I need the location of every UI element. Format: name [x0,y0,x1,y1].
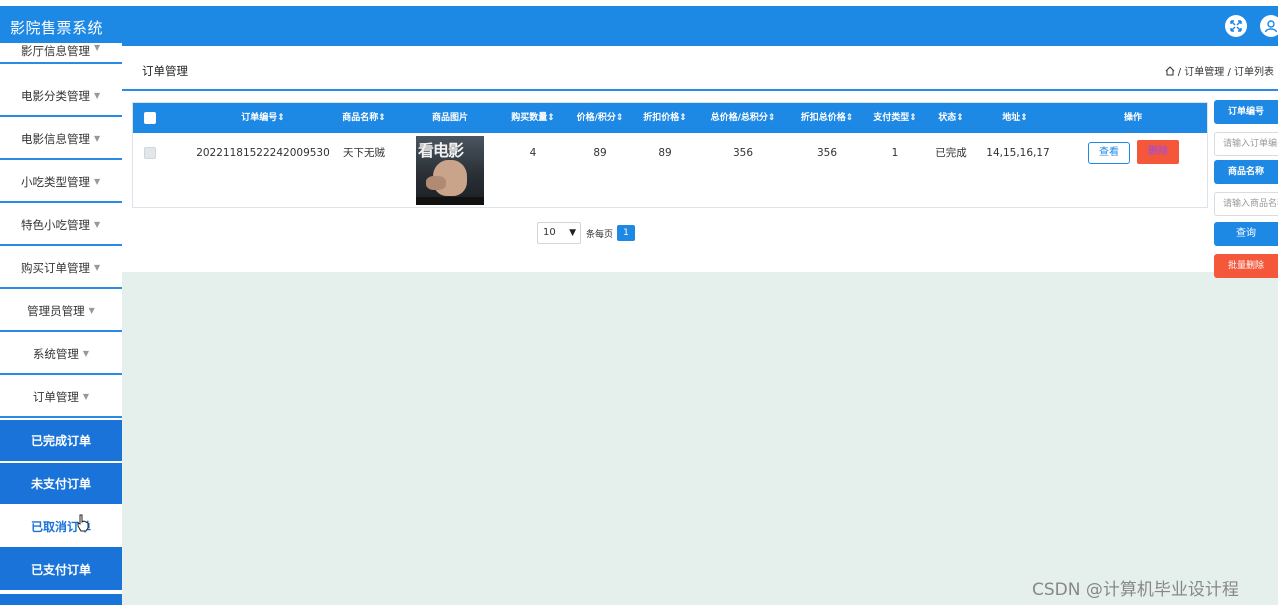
submenu-more[interactable] [0,594,122,605]
page-number-button[interactable]: 1 [617,225,635,241]
submenu-unpaid-orders[interactable]: 未支付订单 [0,463,122,506]
chevron-down-icon: ▼ [94,91,101,100]
column-status[interactable]: 状态⇕ [929,103,973,133]
sidebar-item-admin[interactable]: 管理员管理 ▼ [0,291,122,332]
batch-delete-button[interactable]: 批量删除 [1214,254,1278,278]
column-actions: 操作 [1123,113,1142,123]
page-title: 订单管理 [142,64,188,78]
content-header: 订单管理 / 订单管理 / 订单列表 [122,46,1278,91]
column-total-price[interactable]: 总价格/总积分⇕ [701,103,785,133]
column-product-image: 商品图片 [431,113,468,123]
column-quantity[interactable]: 购买数量⇕ [498,103,568,133]
discount-price-cell: 89 [658,147,672,159]
table-header: 订单编号⇕ 商品名称⇕ 商品图片 购买数量⇕ 价格/积分⇕ 折扣价格⇕ 总价格/… [133,103,1207,133]
chevron-down-icon: ▼ [94,134,101,143]
column-address[interactable]: 地址⇕ [985,103,1045,133]
total-price-cell: 356 [732,147,754,159]
sidebar-item-purchase-orders[interactable]: 购买订单管理 ▼ [0,248,122,289]
user-icon[interactable] [1260,15,1278,37]
app-title: 影院售票系统 [10,19,104,37]
sidebar-item-hall[interactable]: 影厅信息管理 ▼ [0,43,122,64]
sidebar-item-label: 特色小吃管理 [21,217,90,232]
home-icon[interactable] [1165,66,1178,78]
status-cell: 已完成 [935,147,967,159]
chevron-down-icon: ▼ [94,177,101,186]
submenu-cancelled-orders[interactable]: 已取消订单 [0,506,122,549]
per-page-label: 条每页 [586,230,614,240]
quantity-cell: 4 [529,147,537,159]
order-table: 订单编号⇕ 商品名称⇕ 商品图片 购买数量⇕ 价格/积分⇕ 折扣价格⇕ 总价格/… [132,102,1208,208]
discount-total-cell: 356 [816,147,838,159]
chevron-down-icon: ▼ [569,228,576,238]
sidebar-item-snack-type[interactable]: 小吃类型管理 ▼ [0,162,122,203]
main-background [122,272,1278,605]
chevron-down-icon: ▼ [94,220,101,229]
chevron-down-icon: ▼ [82,349,90,358]
sidebar: 影厅信息管理 ▼ 电影分类管理 ▼ 电影信息管理 ▼ 小吃类型管理 ▼ 特色小吃管理 ▼ … [0,43,122,605]
chevron-down-icon: ▼ [88,306,95,315]
top-header: 影院售票系统 [0,6,1278,46]
page-size-value: 10 [543,227,556,238]
submenu-paid-orders[interactable]: 已支付订单 [0,549,122,592]
column-price[interactable]: 价格/积分⇕ [570,103,630,133]
chevron-down-icon: ▼ [94,263,101,272]
order-no-cell: 20221181522242009530 [196,147,330,159]
column-discount-total[interactable]: 折扣总价格⇕ [793,103,861,133]
poster-strip [416,197,484,205]
poster-hand [426,176,446,190]
product-poster-image: 看电影 [416,136,484,205]
order-no-label: 订单编号 [1214,100,1278,124]
sidebar-item-movie-category[interactable]: 电影分类管理 ▼ [0,76,122,117]
sidebar-item-label: 订单管理 [32,389,79,404]
select-all-checkbox[interactable] [144,112,156,124]
query-button[interactable]: 查询 [1214,222,1278,246]
sidebar-item-label: 电影信息管理 [21,131,90,146]
column-pay-type[interactable]: 支付类型⇕ [865,103,925,133]
breadcrumb-path: / 订单管理 / 订单列表 [1177,67,1274,78]
sidebar-item-label: 系统管理 [32,346,79,361]
sidebar-item-movie-info[interactable]: 电影信息管理 ▼ [0,119,122,160]
row-checkbox[interactable] [144,147,156,159]
price-cell: 89 [593,147,607,159]
sidebar-item-system[interactable]: 系统管理 ▼ [0,334,122,375]
order-no-input[interactable]: 请输入订单编号 [1214,132,1278,156]
chevron-down-icon: ▼ [94,43,101,52]
sidebar-item-orders[interactable]: 订单管理 ▼ [0,377,122,418]
product-name-input[interactable]: 请输入商品名称 [1214,192,1278,216]
sidebar-item-label: 影厅信息管理 [21,44,90,58]
fullscreen-icon[interactable] [1225,15,1247,37]
pay-type-cell: 1 [891,147,899,159]
submenu-completed-orders[interactable]: 已完成订单 [0,420,122,463]
sidebar-item-label: 电影分类管理 [21,88,90,103]
poster-title: 看电影 [418,141,464,160]
address-cell: 14,15,16,17 [986,147,1050,159]
column-order-no[interactable]: 订单编号⇕ [203,103,323,133]
table-row: 20221181522242009530 天下无贼 看电影 4 89 89 35… [133,133,1207,207]
sidebar-item-label: 管理员管理 [27,303,85,318]
column-product-name[interactable]: 商品名称⇕ [329,103,399,133]
column-discount-price[interactable]: 折扣价格⇕ [635,103,695,133]
hand-cursor-icon [76,514,90,536]
product-name-label: 商品名称 [1214,160,1278,184]
sidebar-item-label: 购买订单管理 [21,260,90,275]
product-name-cell: 天下无贼 [343,147,385,159]
chevron-down-icon: ▼ [82,392,90,401]
view-button[interactable]: 查看 [1088,142,1130,164]
page-size-select[interactable]: 10 ▼ [537,222,581,244]
sidebar-item-snack[interactable]: 特色小吃管理 ▼ [0,205,122,246]
sidebar-item-label: 小吃类型管理 [21,174,90,189]
watermark: CSDN @计算机毕业设计程 [1032,580,1239,600]
delete-button[interactable]: 删除 [1137,140,1179,164]
breadcrumb: / 订单管理 / 订单列表 [1165,63,1274,78]
